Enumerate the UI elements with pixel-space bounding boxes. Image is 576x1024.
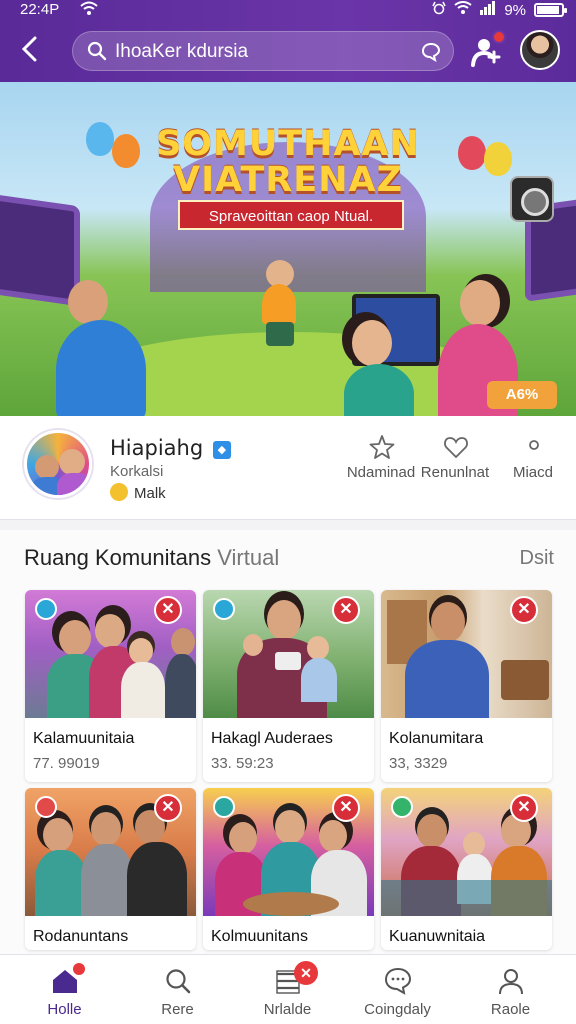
section-title-main: Ruang Komunitans bbox=[24, 545, 212, 570]
emoji-icon bbox=[110, 483, 128, 501]
profile-actions: Ndaminad Renunlnat Miacd bbox=[336, 432, 572, 502]
banner-title-line2: VIATRENAZ bbox=[173, 160, 403, 200]
bottom-navigation: Holle Rere ✕ Nrlalde Coingdaly Raole bbox=[0, 954, 576, 1024]
banner-kid-body bbox=[262, 284, 296, 324]
close-icon[interactable]: ✕ bbox=[332, 596, 360, 624]
chat-bubble-icon[interactable] bbox=[421, 42, 441, 62]
nav-chat[interactable]: Coingdaly bbox=[340, 955, 455, 1024]
close-icon[interactable]: ✕ bbox=[154, 794, 182, 822]
community-section: Ruang Komunitans Virtual Dsit ✕ Kalamuun… bbox=[0, 530, 576, 955]
banner-ribbon: Spraveoittan caop Ntual. bbox=[178, 200, 404, 230]
profile-name: Hiapiahg ◆ bbox=[110, 436, 231, 460]
card-badge-icon bbox=[391, 796, 413, 818]
user-avatar[interactable] bbox=[520, 30, 560, 70]
app-screen: 22:4P 9% IhoaKer kdursia SOMUTHAAN VIATR… bbox=[0, 0, 576, 1024]
hero-banner[interactable]: SOMUTHAAN VIATRENAZ Spraveoittan caop Nt… bbox=[0, 82, 576, 416]
nav-home-label: Holle bbox=[47, 1001, 82, 1018]
back-button[interactable] bbox=[20, 36, 48, 66]
add-friend-button[interactable] bbox=[470, 30, 506, 68]
alarm-icon bbox=[432, 1, 447, 19]
profile-subtitle: Korkalsi bbox=[110, 463, 164, 480]
status-right: 9% bbox=[432, 1, 567, 19]
nav-home[interactable]: Holle bbox=[7, 955, 122, 1024]
nav-search-label: Rere bbox=[161, 1001, 194, 1018]
close-icon[interactable]: ✕ bbox=[510, 596, 538, 624]
section-more-link[interactable]: Dsit bbox=[520, 547, 554, 570]
banner-title-line1: SOMUTHAAN bbox=[156, 124, 420, 164]
profile-name-text: Hiapiahg bbox=[110, 436, 204, 460]
community-card[interactable]: ✕ Kalamuunitaia 77. 99019 bbox=[25, 590, 196, 782]
community-card[interactable]: ✕ Kuanuwnitaia bbox=[381, 788, 552, 950]
nav-list-badge: ✕ bbox=[294, 961, 318, 985]
search-icon bbox=[87, 41, 107, 61]
status-bar: 22:4P 9% bbox=[0, 0, 576, 22]
search-bar[interactable]: IhoaKer kdursia bbox=[72, 31, 454, 71]
card-count: 33, 3329 bbox=[389, 755, 448, 772]
nav-search[interactable]: Rere bbox=[120, 955, 235, 1024]
chat-icon bbox=[384, 967, 412, 995]
banner-screen-left bbox=[0, 193, 80, 307]
card-title: Rodanuntans bbox=[33, 928, 129, 945]
nav-profile[interactable]: Raole bbox=[453, 955, 568, 1024]
community-card[interactable]: ✕ Kolmuunitans bbox=[203, 788, 374, 950]
banner-man-body bbox=[56, 320, 146, 416]
profile-mood-text: Malk bbox=[134, 485, 166, 502]
banner-woman-right bbox=[460, 280, 500, 326]
battery-icon bbox=[534, 3, 567, 17]
card-count: 33. 59:23 bbox=[211, 755, 274, 772]
heart-icon bbox=[444, 437, 468, 459]
nav-chat-label: Coingdaly bbox=[364, 1001, 431, 1018]
nav-profile-label: Raole bbox=[490, 1001, 531, 1018]
top-bar: 22:4P 9% IhoaKer kdursia bbox=[0, 0, 576, 82]
card-badge-icon bbox=[213, 796, 235, 818]
card-count: 77. 99019 bbox=[33, 755, 100, 772]
nav-list-label: Nrlalde bbox=[263, 1001, 312, 1018]
card-title: Kalamuunitaia bbox=[33, 730, 135, 747]
wifi-signal-icon bbox=[454, 1, 472, 19]
banner-woman bbox=[352, 320, 392, 366]
profile-section: Hiapiahg ◆ Korkalsi Malk Ndaminad Renunl… bbox=[0, 416, 576, 520]
dot-icon bbox=[529, 440, 539, 450]
card-badge-icon bbox=[35, 796, 57, 818]
section-title: Ruang Komunitans Virtual bbox=[24, 545, 279, 571]
search-input[interactable]: IhoaKer kdursia bbox=[115, 41, 248, 63]
banner-man bbox=[68, 280, 108, 324]
notification-dot bbox=[492, 30, 506, 44]
discount-badge[interactable]: A6% bbox=[487, 381, 557, 409]
nav-home-badge bbox=[73, 963, 85, 975]
chevron-left-icon bbox=[21, 36, 37, 62]
status-time: 22:4P bbox=[20, 1, 60, 18]
wifi-icon bbox=[80, 1, 98, 21]
card-title: Hakagl Auderaes bbox=[211, 730, 333, 747]
star-icon bbox=[369, 435, 395, 459]
action-more-label: Miacd bbox=[512, 464, 553, 481]
card-title: Kolmuunitans bbox=[211, 928, 308, 945]
banner-kid-legs bbox=[266, 322, 294, 346]
banner-woman-body bbox=[344, 364, 414, 416]
battery-percent: 9% bbox=[504, 1, 526, 19]
close-icon[interactable]: ✕ bbox=[154, 596, 182, 624]
action-more[interactable]: Miacd bbox=[488, 432, 576, 502]
community-card[interactable]: ✕ Hakagl Auderaes 33. 59:23 bbox=[203, 590, 374, 782]
search-icon bbox=[166, 969, 191, 994]
community-card[interactable]: ✕ Rodanuntans bbox=[25, 788, 196, 950]
nav-list[interactable]: ✕ Nrlalde bbox=[230, 955, 345, 1024]
section-title-muted: Virtual bbox=[217, 545, 280, 570]
close-icon[interactable]: ✕ bbox=[510, 794, 538, 822]
card-title: Kuanuwnitaia bbox=[389, 928, 486, 945]
card-badge-icon bbox=[213, 598, 235, 620]
profile-avatar[interactable] bbox=[24, 430, 92, 498]
verified-icon: ◆ bbox=[212, 441, 231, 459]
profile-mood: Malk bbox=[110, 483, 166, 502]
close-icon[interactable]: ✕ bbox=[332, 794, 360, 822]
community-card[interactable]: ✕ Kolanumitara 33, 3329 bbox=[381, 590, 552, 782]
profile-icon bbox=[499, 969, 523, 995]
cell-signal-icon bbox=[480, 1, 496, 19]
card-title: Kolanumitara bbox=[389, 730, 484, 747]
card-badge-icon bbox=[35, 598, 57, 620]
